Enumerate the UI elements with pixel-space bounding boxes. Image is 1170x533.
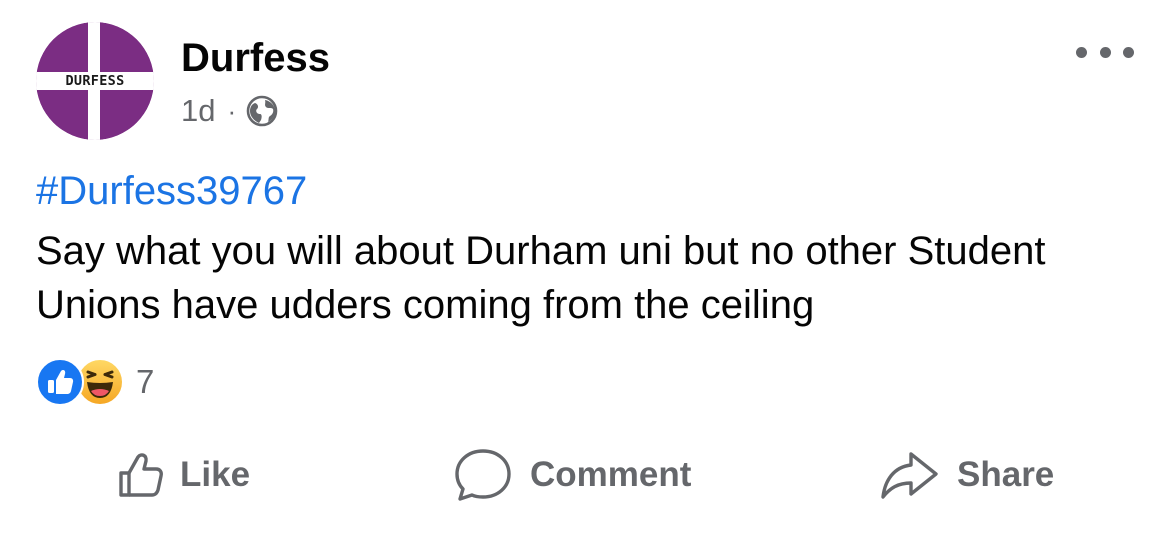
comment-label: Comment xyxy=(530,455,692,494)
like-label: Like xyxy=(180,455,251,494)
post-time[interactable]: 1d xyxy=(181,92,215,130)
more-options-icon[interactable] xyxy=(1076,38,1134,66)
more-dot xyxy=(1099,46,1111,58)
thumbs-up-icon xyxy=(119,453,163,497)
share-arrow-icon xyxy=(881,452,938,499)
like-reaction-icon xyxy=(36,358,84,406)
share-label: Share xyxy=(957,455,1055,494)
meta-separator: · xyxy=(227,96,237,126)
author-name[interactable]: Durfess xyxy=(181,36,330,80)
hashtag-link[interactable]: #Durfess39767 xyxy=(36,168,307,214)
facebook-post: DURFESS Durfess 1d · #Durfess39767 Say w… xyxy=(0,0,1170,533)
reaction-summary[interactable]: 7 xyxy=(36,358,154,406)
globe-icon[interactable] xyxy=(246,95,278,127)
like-button[interactable]: Like xyxy=(116,444,250,506)
reaction-count: 7 xyxy=(136,363,155,400)
avatar-logo-text: DURFESS xyxy=(65,73,125,89)
more-dot xyxy=(1076,46,1087,58)
post-text: Say what you will about Durham uni but n… xyxy=(36,229,1046,327)
post-meta: 1d · xyxy=(181,92,278,130)
comment-bubble-icon xyxy=(455,449,511,501)
share-button[interactable]: Share xyxy=(879,444,1054,506)
avatar[interactable]: DURFESS xyxy=(36,22,154,140)
comment-button[interactable]: Comment xyxy=(452,444,691,506)
more-dot xyxy=(1123,46,1134,58)
